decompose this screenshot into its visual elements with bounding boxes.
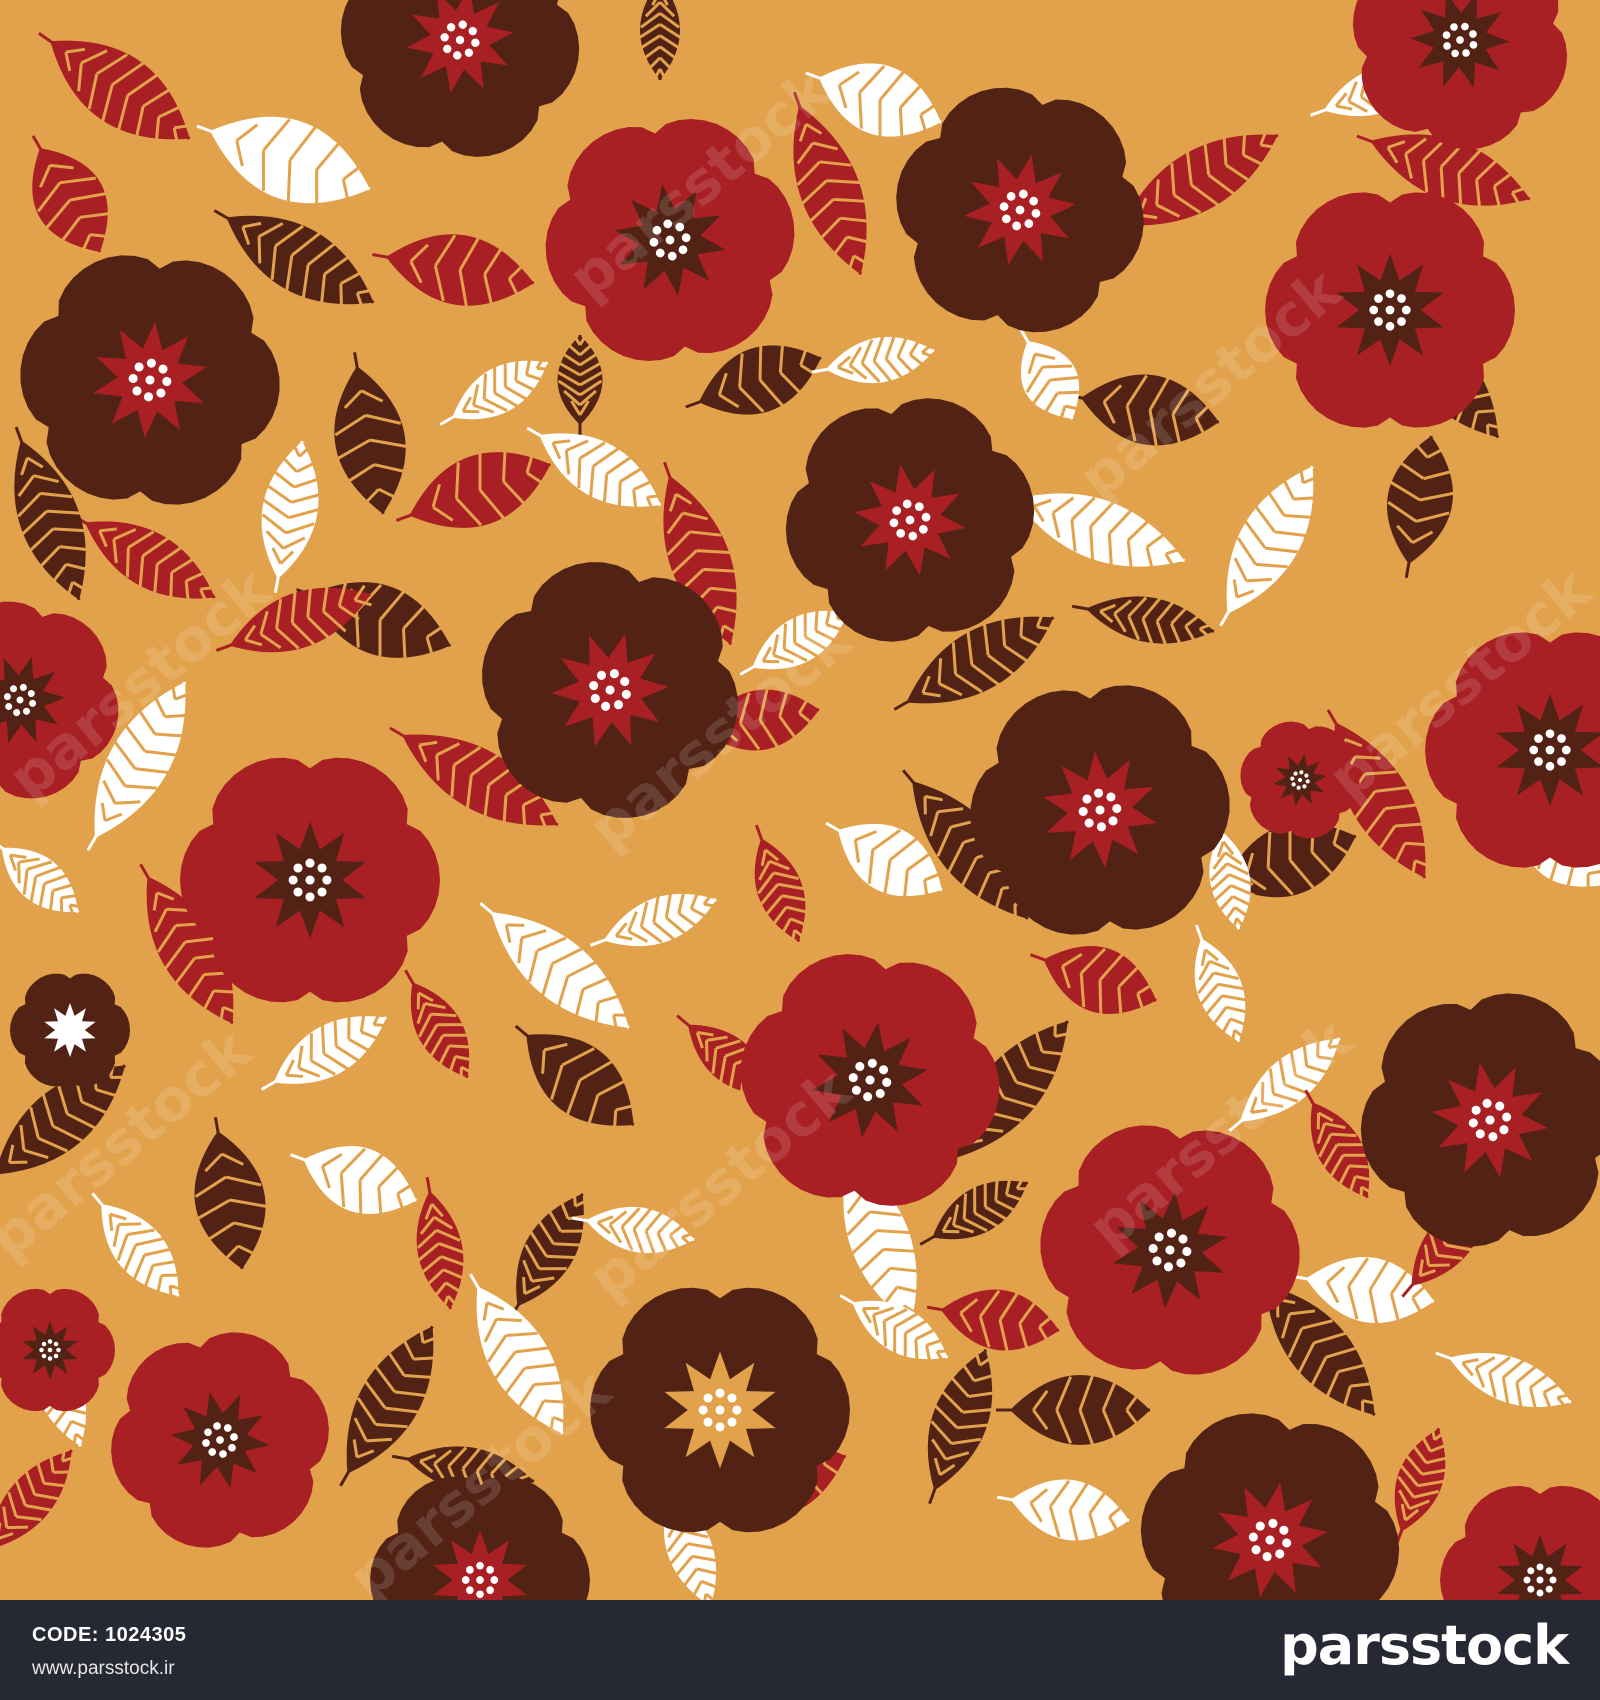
flower-icon [180, 757, 440, 1003]
floral-pattern: parsstock parsstock parsstock parsstock … [0, 0, 1600, 1600]
pattern-canvas [0, 0, 1600, 1600]
flower-icon [590, 1287, 850, 1533]
code-label: CODE: [32, 1624, 99, 1646]
image-code: CODE: 1024305 [32, 1624, 186, 1647]
site-url-link[interactable]: www.parsstock.ir [32, 1658, 175, 1680]
flower-icon [10, 973, 130, 1087]
flower-icon [1265, 192, 1515, 428]
parsstock-logo: parsstock [1280, 1614, 1569, 1677]
footer-bar: CODE: 1024305 www.parsstock.ir parsstock [0, 1600, 1600, 1700]
code-value: 1024305 [104, 1624, 187, 1646]
